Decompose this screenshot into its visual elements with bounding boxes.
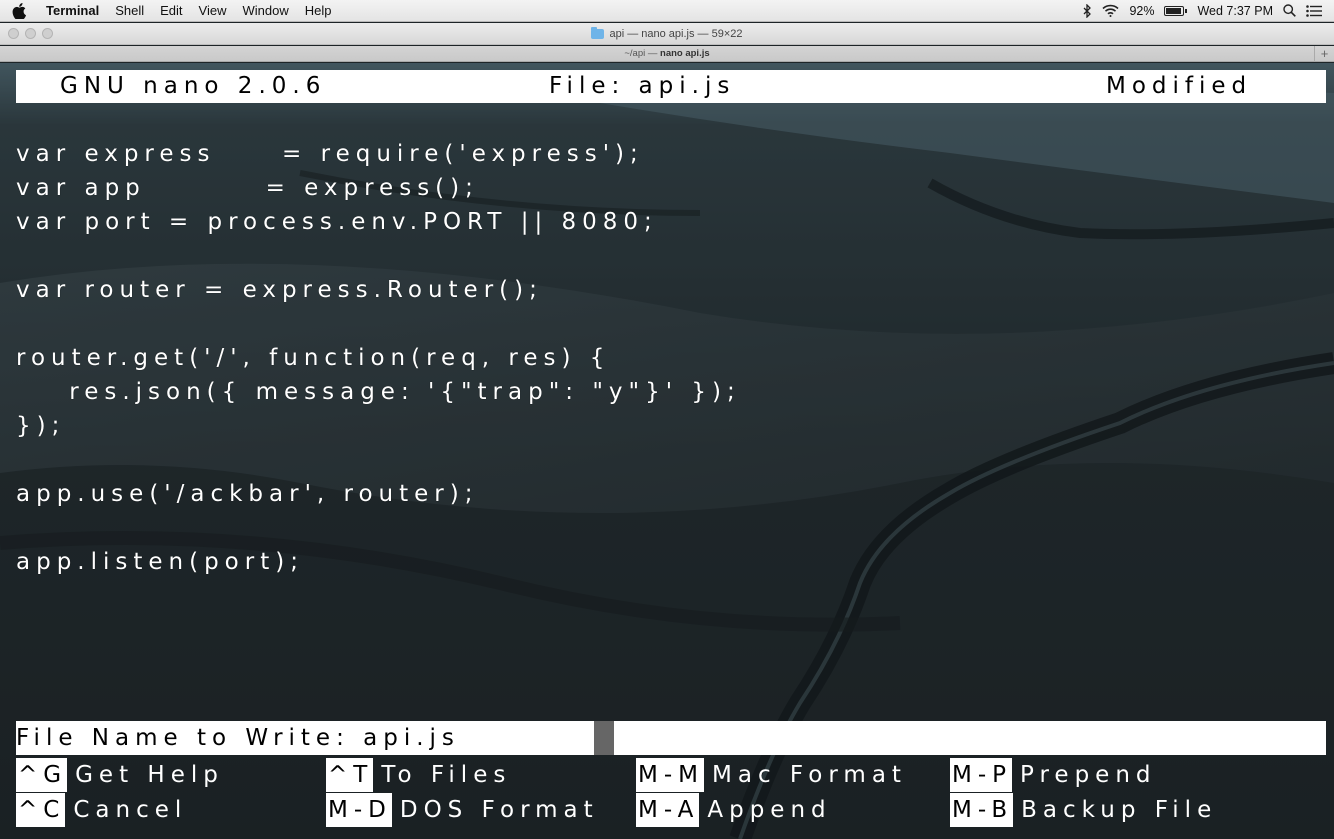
nano-editor[interactable]: GNU nano 2.0.6 File: api.js Modified var…: [16, 63, 1334, 839]
nano-modified-status: Modified: [1106, 73, 1253, 99]
save-filename-input[interactable]: File Name to Write: api.js: [16, 721, 460, 755]
shortcut-label: Cancel: [73, 797, 188, 823]
shortcut-get-help[interactable]: ^G Get Help: [16, 757, 224, 793]
notification-center-icon[interactable]: [1306, 4, 1322, 17]
shortcut-row-1: ^G Get Help ^T To Files M-M Mac Format M-P P…: [16, 757, 1326, 793]
close-window-button[interactable]: [8, 28, 19, 39]
folder-icon: [591, 26, 605, 39]
text-cursor: [594, 721, 614, 755]
tab-name: nano api.js: [660, 48, 710, 59]
menu-view[interactable]: View: [191, 0, 235, 22]
menu-shell[interactable]: Shell: [107, 0, 152, 22]
window-title: api — nano api.js — 59×22: [609, 27, 743, 40]
code-line-3[interactable]: var port = process.env.PORT || 8080;: [16, 205, 658, 239]
nano-filename: File: api.js: [549, 73, 736, 99]
shortcut-backup-file[interactable]: M-B Backup File: [950, 792, 1217, 828]
tab-bar: ~/api — nano api.js +: [0, 46, 1334, 62]
window-controls: [8, 28, 53, 39]
shortcut-key: M-A: [636, 793, 700, 827]
spotlight-search-icon[interactable]: [1283, 4, 1296, 17]
zoom-window-button[interactable]: [42, 28, 53, 39]
shortcut-label: Get Help: [75, 762, 224, 788]
wifi-icon[interactable]: [1102, 4, 1119, 17]
shortcut-dos-format[interactable]: M-D DOS Format: [326, 792, 599, 828]
code-line-9[interactable]: });: [16, 409, 65, 443]
shortcut-key: ^G: [16, 758, 68, 792]
shortcut-key: M-B: [950, 793, 1014, 827]
shortcut-mac-format[interactable]: M-M Mac Format: [636, 757, 907, 793]
shortcut-label: DOS Format: [399, 797, 599, 823]
clock[interactable]: Wed 7:37 PM: [1197, 4, 1273, 18]
shortcut-to-files[interactable]: ^T To Files: [326, 757, 511, 793]
save-prompt-bar[interactable]: File Name to Write: api.js: [16, 721, 1326, 755]
shortcut-key: ^C: [16, 793, 66, 827]
code-line-11[interactable]: app.use('/ackbar', router);: [16, 477, 478, 511]
menu-window[interactable]: Window: [235, 0, 297, 22]
shortcut-label: To Files: [381, 762, 512, 788]
code-line-13[interactable]: app.listen(port);: [16, 545, 304, 579]
nano-header: GNU nano 2.0.6 File: api.js Modified: [16, 70, 1326, 103]
shortcut-label: Prepend: [1020, 762, 1157, 788]
new-tab-button[interactable]: +: [1314, 46, 1334, 62]
window-titlebar[interactable]: api — nano api.js — 59×22: [0, 23, 1334, 45]
status-area: 92% Wed 7:37 PM: [1083, 3, 1334, 18]
shortcut-row-2: ^C Cancel M-D DOS Format M-A Append M-B Back…: [16, 792, 1326, 828]
bluetooth-icon[interactable]: [1083, 3, 1092, 18]
shortcut-label: Append: [707, 797, 832, 823]
code-line-7[interactable]: router.get('/', function(req, res) {: [16, 341, 610, 375]
shortcut-label: Backup File: [1021, 797, 1218, 823]
menu-help[interactable]: Help: [297, 0, 340, 22]
minimize-window-button[interactable]: [25, 28, 36, 39]
menu-edit[interactable]: Edit: [152, 0, 190, 22]
shortcut-key: M-D: [326, 793, 392, 827]
battery-fill: [1166, 7, 1182, 14]
code-line-2[interactable]: var app = express();: [16, 171, 479, 205]
menu-bar: Terminal Shell Edit View Window Help 92%…: [0, 0, 1334, 22]
code-line-1[interactable]: var express = require('express');: [16, 137, 644, 171]
shortcut-cancel[interactable]: ^C Cancel: [16, 792, 187, 828]
menu-terminal[interactable]: Terminal: [38, 0, 107, 22]
shortcut-append[interactable]: M-A Append: [636, 792, 832, 828]
shortcut-label: Mac Format: [712, 762, 907, 788]
battery-icon[interactable]: [1164, 5, 1188, 16]
shortcut-key: M-P: [950, 758, 1013, 792]
battery-percent: 92%: [1129, 3, 1155, 18]
code-line-5[interactable]: var router = express.Router();: [16, 273, 543, 307]
nano-version: GNU nano 2.0.6: [60, 73, 327, 99]
shortcut-key: M-M: [636, 758, 704, 792]
tab-path: ~/api —: [624, 48, 661, 59]
shortcut-key: ^T: [326, 758, 374, 792]
apple-menu-icon[interactable]: [12, 2, 30, 20]
tab-terminal[interactable]: ~/api — nano api.js: [624, 48, 709, 59]
shortcut-prepend[interactable]: M-P Prepend: [950, 757, 1157, 793]
code-line-8[interactable]: res.json({ message: '{"trap": "y"}' });: [16, 375, 741, 409]
